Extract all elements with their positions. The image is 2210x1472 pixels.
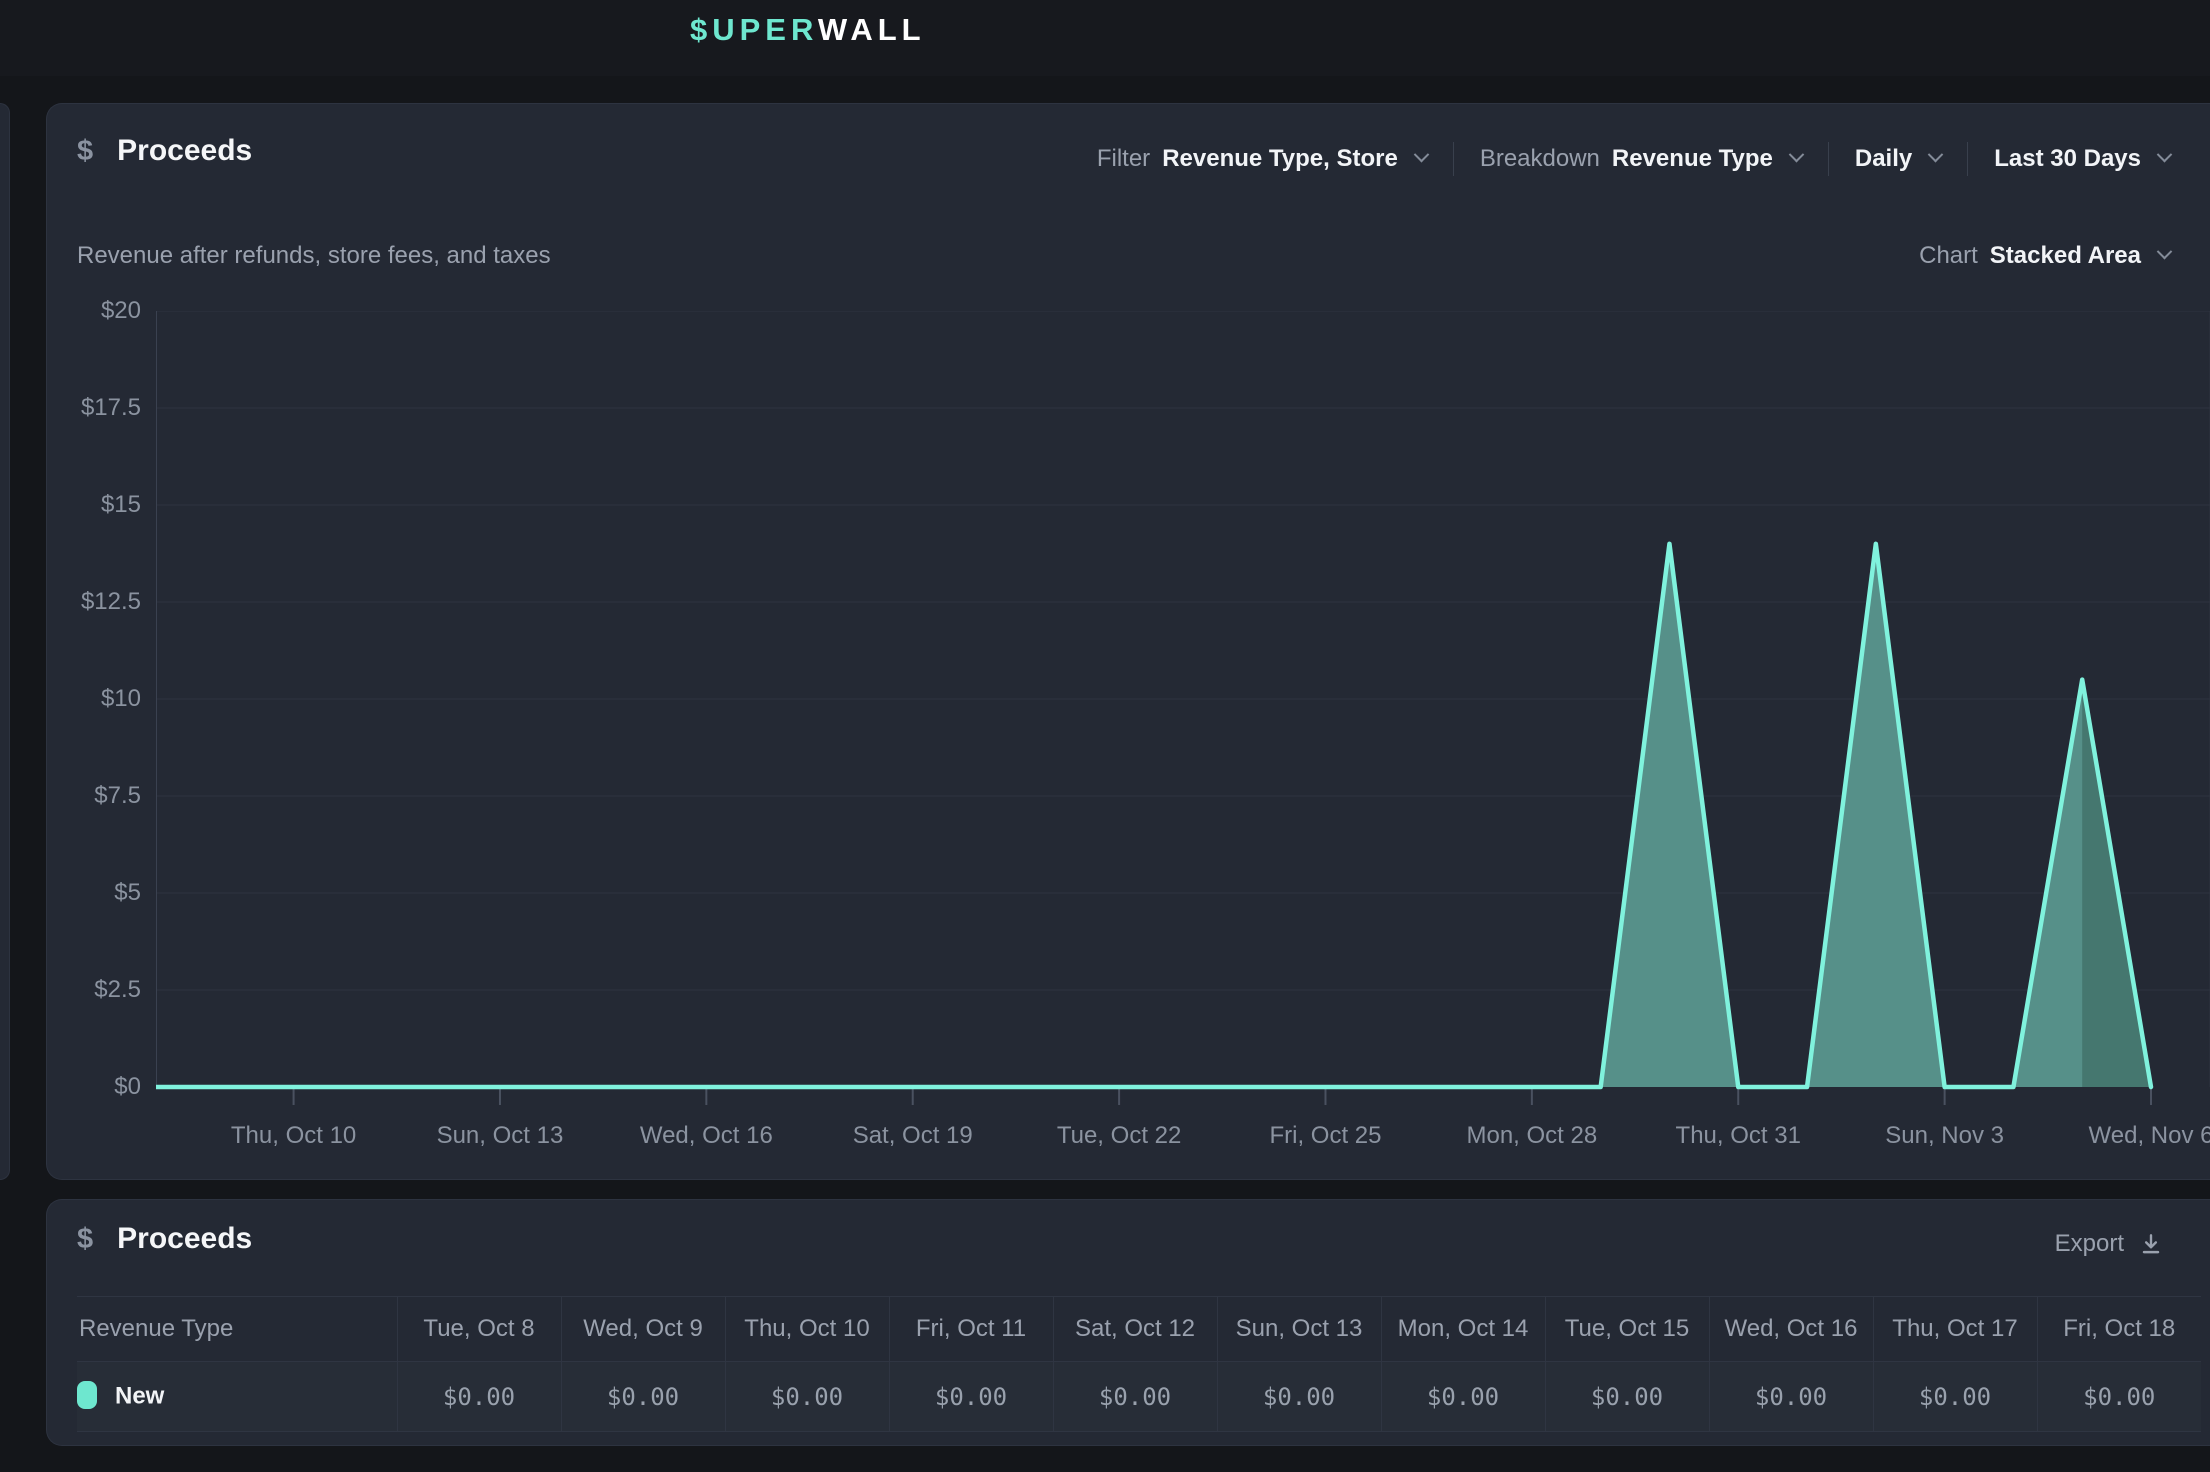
- series-color-swatch: [77, 1381, 97, 1409]
- x-axis-label: Mon, Oct 28: [1466, 1122, 1597, 1150]
- chart-type-label: Chart: [1919, 242, 1978, 270]
- proceeds-table-panel: $ Proceeds Export Revenue TypeTue, Oct 8…: [46, 1199, 2210, 1446]
- export-button[interactable]: Export: [2055, 1230, 2164, 1258]
- x-axis-label: Thu, Oct 10: [231, 1122, 356, 1150]
- proceeds-chart-panel: $ Proceeds Filter Revenue Type, Store Br…: [46, 103, 2210, 1180]
- breakdown-label: Breakdown: [1480, 145, 1600, 173]
- table-title: Proceeds: [117, 1222, 252, 1256]
- area-fill: [156, 544, 2151, 1087]
- table-cell-value: $0.00: [1873, 1362, 2037, 1432]
- table-column-header: Tue, Oct 8: [397, 1297, 561, 1362]
- superwall-logo: $UPERWALL: [690, 12, 926, 48]
- y-axis-label: $10: [61, 685, 141, 713]
- y-axis-label: $0: [61, 1073, 141, 1101]
- table-cell-value: $0.00: [561, 1362, 725, 1432]
- y-axis-label: $20: [61, 297, 141, 325]
- table-panel-header: $ Proceeds: [77, 1222, 252, 1256]
- logo-secondary: WALL: [818, 12, 926, 47]
- divider: [1453, 142, 1454, 176]
- x-axis-label: Thu, Oct 31: [1676, 1122, 1801, 1150]
- dollar-icon: $: [77, 135, 93, 168]
- stacked-area-chart[interactable]: [156, 311, 2210, 1111]
- x-axis-label: Sat, Oct 19: [853, 1122, 973, 1150]
- date-range-dropdown[interactable]: Last 30 Days: [1994, 145, 2170, 173]
- chart-panel-header: $ Proceeds: [77, 134, 252, 168]
- table-column-header: Sat, Oct 12: [1053, 1297, 1217, 1362]
- logo-primary: $UPER: [690, 12, 818, 47]
- table-cell-series: New: [77, 1362, 397, 1432]
- divider: [1967, 142, 1968, 176]
- table-cell-value: $0.00: [725, 1362, 889, 1432]
- x-axis-label: Sun, Nov 3: [1885, 1122, 2004, 1150]
- y-axis-label: $5: [61, 879, 141, 907]
- adjacent-panel-edge: [0, 103, 10, 1180]
- table-column-header: Thu, Oct 10: [725, 1297, 889, 1362]
- table-row: New$0.00$0.00$0.00$0.00$0.00$0.00$0.00$0…: [77, 1362, 2201, 1432]
- table-column-header: Wed, Oct 9: [561, 1297, 725, 1362]
- top-bar: $UPERWALL: [0, 0, 2210, 76]
- table-column-header: Fri, Oct 18: [2037, 1297, 2201, 1362]
- table-header-row: Revenue TypeTue, Oct 8Wed, Oct 9Thu, Oct…: [77, 1297, 2201, 1362]
- table-column-header: Tue, Oct 15: [1545, 1297, 1709, 1362]
- table-cell-value: $0.00: [1053, 1362, 1217, 1432]
- y-axis-label: $2.5: [61, 976, 141, 1004]
- filter-value: Revenue Type, Store: [1162, 145, 1398, 173]
- x-axis-label: Sun, Oct 13: [437, 1122, 564, 1150]
- table-column-header: Mon, Oct 14: [1381, 1297, 1545, 1362]
- y-axis-label: $7.5: [61, 782, 141, 810]
- table-cell-value: $0.00: [1709, 1362, 1873, 1432]
- table-column-header: Thu, Oct 17: [1873, 1297, 2037, 1362]
- chart-controls: Filter Revenue Type, Store Breakdown Rev…: [1097, 142, 2170, 176]
- x-axis-label: Wed, Oct 16: [640, 1122, 773, 1150]
- page-title: Proceeds: [117, 134, 252, 168]
- table-column-header: Wed, Oct 16: [1709, 1297, 1873, 1362]
- table-cell-value: $0.00: [2037, 1362, 2201, 1432]
- x-axis-label: Tue, Oct 22: [1057, 1122, 1182, 1150]
- chevron-down-icon: [2157, 146, 2173, 162]
- divider: [1828, 142, 1829, 176]
- chevron-down-icon: [2157, 243, 2173, 259]
- export-label: Export: [2055, 1230, 2124, 1258]
- table-cell-value: $0.00: [397, 1362, 561, 1432]
- chevron-down-icon: [1789, 146, 1805, 162]
- table-column-header: Fri, Oct 11: [889, 1297, 1053, 1362]
- table-column-header: Sun, Oct 13: [1217, 1297, 1381, 1362]
- table-cell-value: $0.00: [1545, 1362, 1709, 1432]
- granularity-dropdown[interactable]: Daily: [1855, 145, 1941, 173]
- table-cell-value: $0.00: [889, 1362, 1053, 1432]
- x-axis-label: Fri, Oct 25: [1269, 1122, 1381, 1150]
- chart-subtitle: Revenue after refunds, store fees, and t…: [77, 242, 551, 270]
- filter-dropdown[interactable]: Filter Revenue Type, Store: [1097, 145, 1427, 173]
- filter-label: Filter: [1097, 145, 1150, 173]
- granularity-value: Daily: [1855, 145, 1912, 173]
- x-axis-label: Wed, Nov 6: [2089, 1122, 2210, 1150]
- proceeds-table: Revenue TypeTue, Oct 8Wed, Oct 9Thu, Oct…: [77, 1296, 2201, 1432]
- dollar-icon: $: [77, 1223, 93, 1256]
- chart-type-dropdown[interactable]: Chart Stacked Area: [1919, 242, 2170, 270]
- table-header-revenue-type: Revenue Type: [77, 1297, 397, 1362]
- y-axis-label: $15: [61, 491, 141, 519]
- y-axis-label: $12.5: [61, 588, 141, 616]
- y-axis-label: $17.5: [61, 394, 141, 422]
- breakdown-value: Revenue Type: [1612, 145, 1773, 173]
- breakdown-dropdown[interactable]: Breakdown Revenue Type: [1480, 145, 1802, 173]
- download-icon: [2138, 1231, 2164, 1257]
- chevron-down-icon: [1928, 146, 1944, 162]
- date-range-value: Last 30 Days: [1994, 145, 2141, 173]
- table-cell-value: $0.00: [1381, 1362, 1545, 1432]
- chart-subtitle-row: Revenue after refunds, store fees, and t…: [77, 242, 2170, 270]
- series-name: New: [115, 1383, 164, 1410]
- chevron-down-icon: [1414, 146, 1430, 162]
- chart-type-value: Stacked Area: [1990, 242, 2141, 270]
- table-cell-value: $0.00: [1217, 1362, 1381, 1432]
